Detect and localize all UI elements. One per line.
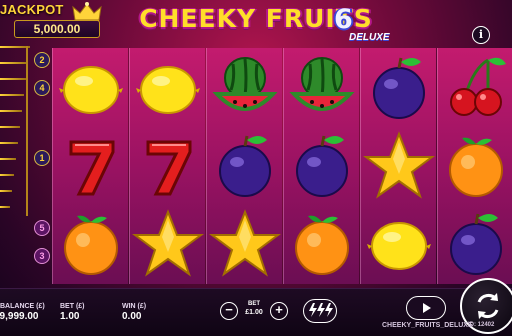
- payline-3-badge[interactable]: 3: [34, 248, 50, 264]
- bet-label: BET (£): [60, 303, 85, 310]
- orange-symbol: [286, 206, 358, 282]
- reel-1: [52, 48, 128, 284]
- game-name-label: CHEEKY_FRUITS_DELUXE: [382, 322, 473, 329]
- bet-center-value: £1.00: [245, 309, 263, 316]
- win-value: 0.00: [122, 311, 142, 322]
- bet-selector: BET £1.00: [240, 301, 268, 321]
- plum-symbol: [209, 128, 281, 204]
- reel-4: [283, 48, 359, 284]
- jackpot-ladder: [0, 46, 30, 246]
- star-symbol: [209, 206, 281, 282]
- star-icon: [209, 209, 281, 277]
- cherries-symbol: [440, 50, 512, 126]
- bet-center-label: BET: [248, 301, 260, 307]
- watermelon-icon: [289, 57, 355, 111]
- bet-increase-button[interactable]: +: [270, 302, 288, 320]
- lemon-symbol: [55, 50, 127, 126]
- star-symbol: [363, 128, 435, 204]
- lemon-symbol: [132, 50, 204, 126]
- payline-2-badge[interactable]: 2: [34, 52, 50, 68]
- reel-2: [129, 48, 205, 284]
- win-label: WIN (£): [122, 303, 147, 310]
- orange-symbol: [440, 128, 512, 204]
- bet-value: 1.00: [60, 311, 80, 322]
- play-icon: [423, 303, 431, 313]
- game-stage: JACKPOT 5,000.00 CHEEKY FRUITS 6 DELUXE …: [0, 0, 512, 336]
- plum-symbol: [440, 206, 512, 282]
- lemon-icon: [136, 66, 200, 114]
- game-title-number: 6: [334, 4, 353, 35]
- watermelon-icon: [212, 57, 278, 111]
- seven-symbol: [55, 128, 127, 204]
- bet-decrease-button[interactable]: −: [220, 302, 238, 320]
- jackpot-value: 5,000.00: [14, 20, 100, 38]
- orange-icon: [64, 215, 118, 275]
- plum-icon: [450, 213, 502, 275]
- reel-6: [437, 48, 512, 284]
- balance-label: BALANCE (£): [0, 303, 45, 310]
- seven-symbol: [132, 128, 204, 204]
- seven-icon: [69, 140, 115, 196]
- orange-symbol: [55, 206, 127, 282]
- star-icon: [363, 131, 435, 199]
- plum-icon: [219, 135, 271, 197]
- lemon-symbol: [363, 206, 435, 282]
- plum-symbol: [286, 128, 358, 204]
- game-id-label: ID: 12402: [468, 322, 495, 328]
- seven-icon: [146, 140, 192, 196]
- star-icon: [132, 209, 204, 277]
- orange-icon: [449, 137, 503, 197]
- reels-grid: [52, 48, 512, 284]
- orange-icon: [295, 215, 349, 275]
- lemon-icon: [367, 222, 431, 270]
- plum-symbol: [363, 50, 435, 126]
- star-symbol: [132, 206, 204, 282]
- plum-icon: [296, 135, 348, 197]
- lemon-icon: [59, 66, 123, 114]
- payline-1-badge[interactable]: 1: [34, 150, 50, 166]
- game-title-suffix: DELUXE: [349, 32, 390, 43]
- info-icon[interactable]: i: [472, 26, 490, 44]
- jackpot-label: JACKPOT: [0, 2, 64, 17]
- plum-icon: [373, 57, 425, 119]
- watermelon-symbol: [209, 50, 281, 126]
- cherries-icon: [450, 57, 506, 116]
- turbo-button[interactable]: [303, 299, 337, 323]
- watermelon-symbol: [286, 50, 358, 126]
- payline-5-badge[interactable]: 5: [34, 220, 50, 236]
- balance-value: £9,999.00: [0, 311, 39, 322]
- reel-5: [360, 48, 436, 284]
- payline-4-badge[interactable]: 4: [34, 80, 50, 96]
- autoplay-button[interactable]: [406, 296, 446, 320]
- lightning-icon: [309, 303, 333, 317]
- reel-3: [206, 48, 282, 284]
